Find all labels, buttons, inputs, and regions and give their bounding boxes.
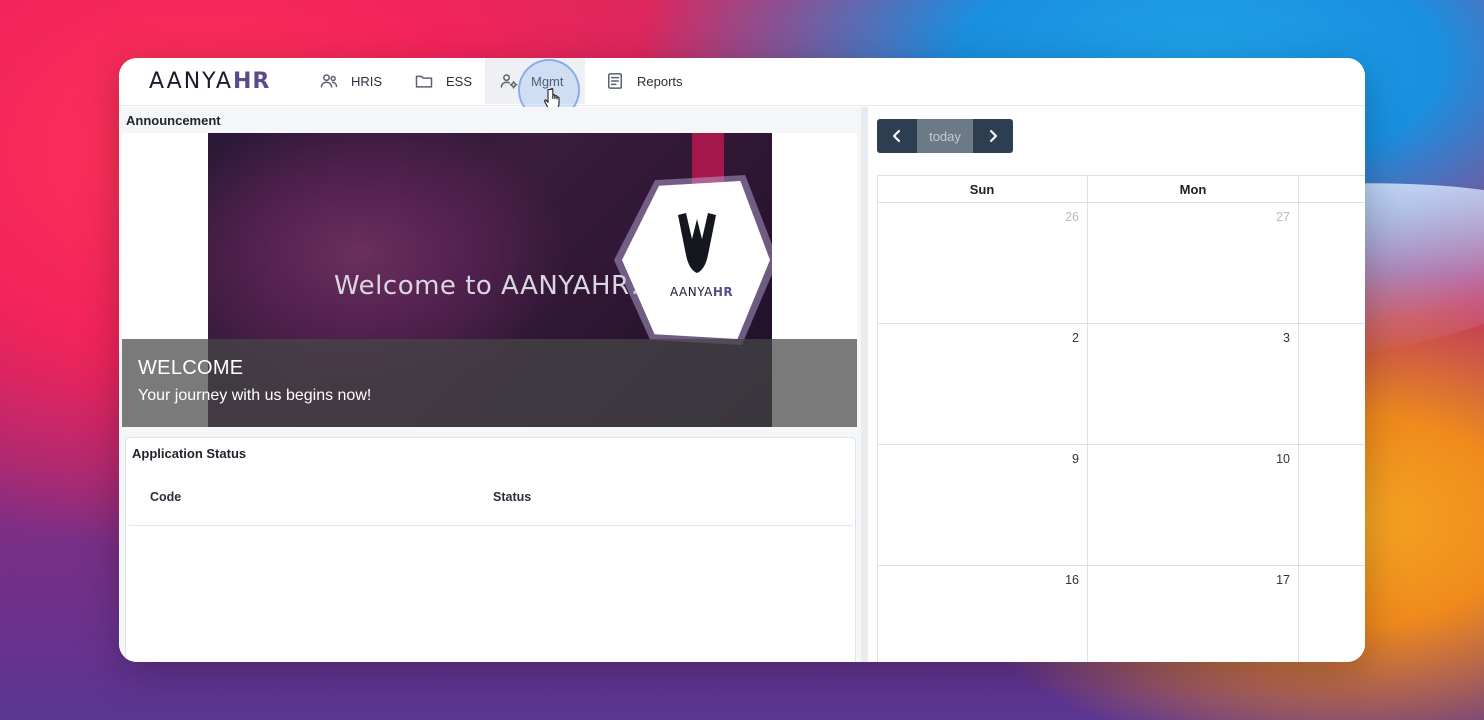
day-name-sun: Sun	[877, 176, 1088, 203]
chevron-left-icon	[892, 129, 901, 143]
app-window: AANYAHR HRIS ESS Mgmt Reports Announceme…	[119, 58, 1365, 662]
calendar-toolbar: today	[877, 119, 1013, 153]
nav-item-hris[interactable]: HRIS	[305, 58, 396, 104]
banner-logo-text: AANYAHR	[670, 285, 733, 299]
chevron-right-icon	[989, 129, 998, 143]
day-number: 2	[1072, 331, 1079, 345]
banner-logo-main: AANYA	[670, 285, 713, 299]
nav-item-ess[interactable]: ESS	[400, 58, 486, 104]
nav-item-label: ESS	[446, 73, 473, 89]
calendar-day-cell[interactable]: 16	[877, 566, 1088, 662]
left-panel: Announcement Welcome to AANYAHR! AANYAHR…	[119, 107, 861, 662]
nav-item-reports[interactable]: Reports	[591, 58, 697, 104]
calendar-panel: today Sun Mon 26 27 2 3 9 10 16 17	[868, 107, 1365, 662]
caption-text: Your journey with us begins now!	[138, 387, 372, 404]
announcement-banner[interactable]: Welcome to AANYAHR! AANYAHR WELCOME Your…	[122, 133, 857, 427]
day-number: 9	[1072, 452, 1079, 466]
document-icon	[608, 73, 622, 89]
calendar-week-row: 26 27	[877, 203, 1365, 324]
nav-item-label: HRIS	[351, 73, 383, 89]
day-number: 26	[1065, 210, 1079, 224]
calendar-next-button[interactable]	[973, 119, 1013, 153]
panel-divider	[861, 107, 868, 662]
announcement-title: Announcement	[126, 113, 221, 128]
logo-text: AANYA	[149, 69, 233, 94]
day-number: 16	[1065, 573, 1079, 587]
calendar-day-cell[interactable]: 27	[1088, 203, 1299, 323]
calendar-day-cell[interactable]: 26	[877, 203, 1088, 323]
hand-logo-icon	[678, 213, 716, 273]
calendar-day-cell[interactable]: 17	[1088, 566, 1299, 662]
calendar-day-cell[interactable]: 2	[877, 324, 1088, 444]
calendar-week-row: 2 3	[877, 324, 1365, 445]
banner-headline: Welcome to AANYAHR!	[334, 271, 641, 301]
column-header-status[interactable]: Status	[493, 490, 531, 504]
banner-caption: WELCOME Your journey with us begins now!	[122, 339, 857, 427]
calendar-day-cell[interactable]: 3	[1088, 324, 1299, 444]
user-settings-icon	[500, 74, 518, 89]
day-number: 27	[1276, 210, 1290, 224]
logo-hr-text: HR	[232, 69, 271, 94]
day-name-mon: Mon	[1088, 176, 1299, 203]
day-number: 10	[1276, 452, 1290, 466]
calendar-prev-button[interactable]	[877, 119, 917, 153]
calendar-grid: Sun Mon 26 27 2 3 9 10 16 17	[877, 175, 1365, 662]
users-icon	[320, 74, 338, 88]
day-number: 17	[1276, 573, 1290, 587]
application-status-title: Application Status	[132, 446, 247, 461]
calendar-day-cell[interactable]: 10	[1088, 445, 1299, 565]
calendar-today-button[interactable]: today	[917, 119, 973, 153]
calendar-week-row: 9 10	[877, 445, 1365, 566]
column-header-code[interactable]: Code	[150, 490, 181, 504]
folder-icon	[415, 75, 433, 88]
app-logo[interactable]: AANYAHR	[149, 69, 270, 95]
table-header: Code Status	[129, 478, 853, 526]
calendar-day-cell[interactable]: 9	[877, 445, 1088, 565]
nav-item-label: Reports	[637, 73, 683, 89]
application-status-card: Application Status Code Status	[125, 437, 856, 662]
top-navigation: AANYAHR HRIS ESS Mgmt Reports	[119, 58, 1365, 121]
calendar-week-row: 16 17	[877, 566, 1365, 662]
banner-logo-hr: HR	[712, 285, 734, 299]
calendar-header-row: Sun Mon	[877, 175, 1365, 203]
caption-title: WELCOME	[138, 357, 244, 379]
day-number: 3	[1283, 331, 1290, 345]
